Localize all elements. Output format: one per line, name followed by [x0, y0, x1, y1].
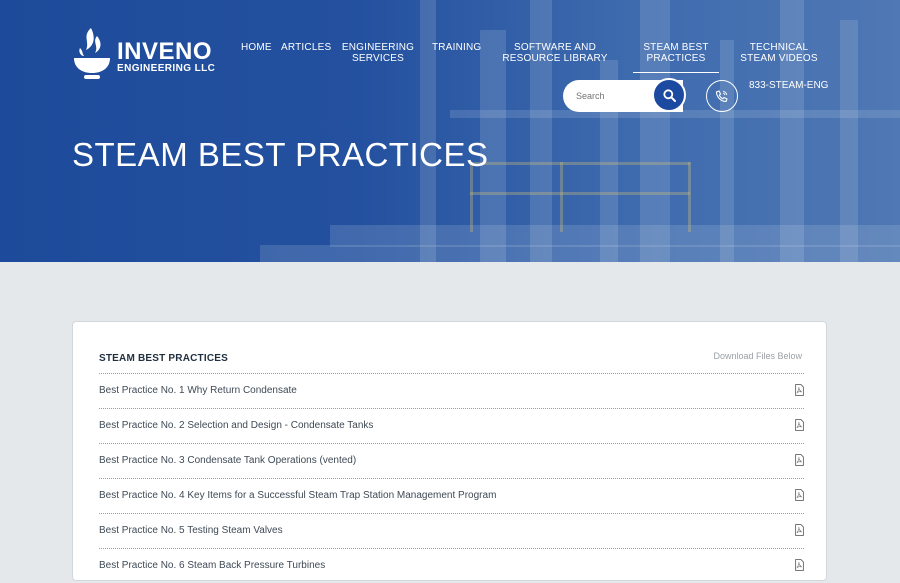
best-practices-card: STEAM BEST PRACTICES Download Files Belo…: [72, 321, 827, 581]
nav-software-resource-library[interactable]: SOFTWARE AND RESOURCE LIBRARY: [493, 42, 617, 64]
main-nav: HOME ARTICLES ENGINEERING SERVICES TRAIN…: [0, 42, 900, 82]
pdf-file-icon[interactable]: [795, 454, 804, 466]
list-item-label[interactable]: Best Practice No. 5 Testing Steam Valves: [99, 525, 283, 536]
list-item-label[interactable]: Best Practice No. 2 Selection and Design…: [99, 420, 373, 431]
nav-engineering-services[interactable]: ENGINEERING SERVICES: [340, 42, 416, 64]
page-title: STEAM BEST PRACTICES: [72, 136, 489, 173]
card-title: STEAM BEST PRACTICES: [99, 353, 229, 364]
list-item[interactable]: Best Practice No. 2 Selection and Design…: [99, 408, 804, 443]
search-button[interactable]: [652, 78, 686, 112]
list-item-label[interactable]: Best Practice No. 1 Why Return Condensat…: [99, 385, 297, 396]
phone-button[interactable]: [706, 80, 738, 112]
list-item[interactable]: Best Practice No. 6 Steam Back Pressure …: [99, 548, 804, 583]
phone-icon: [715, 90, 728, 103]
list-item-label[interactable]: Best Practice No. 4 Key Items for a Succ…: [99, 490, 496, 501]
pdf-file-icon[interactable]: [795, 524, 804, 536]
list-item-label[interactable]: Best Practice No. 6 Steam Back Pressure …: [99, 560, 325, 571]
list-item[interactable]: Best Practice No. 4 Key Items for a Succ…: [99, 478, 804, 513]
phone-subtext: [749, 93, 839, 113]
pdf-file-icon[interactable]: [795, 489, 804, 501]
list-item[interactable]: Best Practice No. 1 Why Return Condensat…: [99, 373, 804, 408]
list-item-label[interactable]: Best Practice No. 3 Condensate Tank Oper…: [99, 455, 356, 466]
nav-articles[interactable]: ARTICLES: [281, 42, 331, 53]
hero-banner: INVENO ENGINEERING LLC HOME ARTICLES ENG…: [0, 0, 900, 262]
search-icon: [662, 88, 676, 102]
phone-number[interactable]: 833-STEAM-ENG: [749, 80, 828, 91]
pdf-file-icon[interactable]: [795, 384, 804, 396]
list-item[interactable]: Best Practice No. 5 Testing Steam Valves: [99, 513, 804, 548]
best-practices-list: Best Practice No. 1 Why Return Condensat…: [99, 373, 804, 583]
pdf-file-icon[interactable]: [795, 419, 804, 431]
nav-home[interactable]: HOME: [241, 42, 272, 53]
nav-technical-steam-videos[interactable]: TECHNICAL STEAM VIDEOS: [735, 42, 823, 64]
download-note: Download Files Below: [713, 351, 802, 361]
nav-training[interactable]: TRAINING: [432, 42, 481, 53]
pdf-file-icon[interactable]: [795, 559, 804, 571]
nav-steam-best-practices[interactable]: STEAM BEST PRACTICES: [633, 42, 719, 73]
list-item[interactable]: Best Practice No. 3 Condensate Tank Oper…: [99, 443, 804, 478]
search-input[interactable]: [563, 80, 649, 112]
